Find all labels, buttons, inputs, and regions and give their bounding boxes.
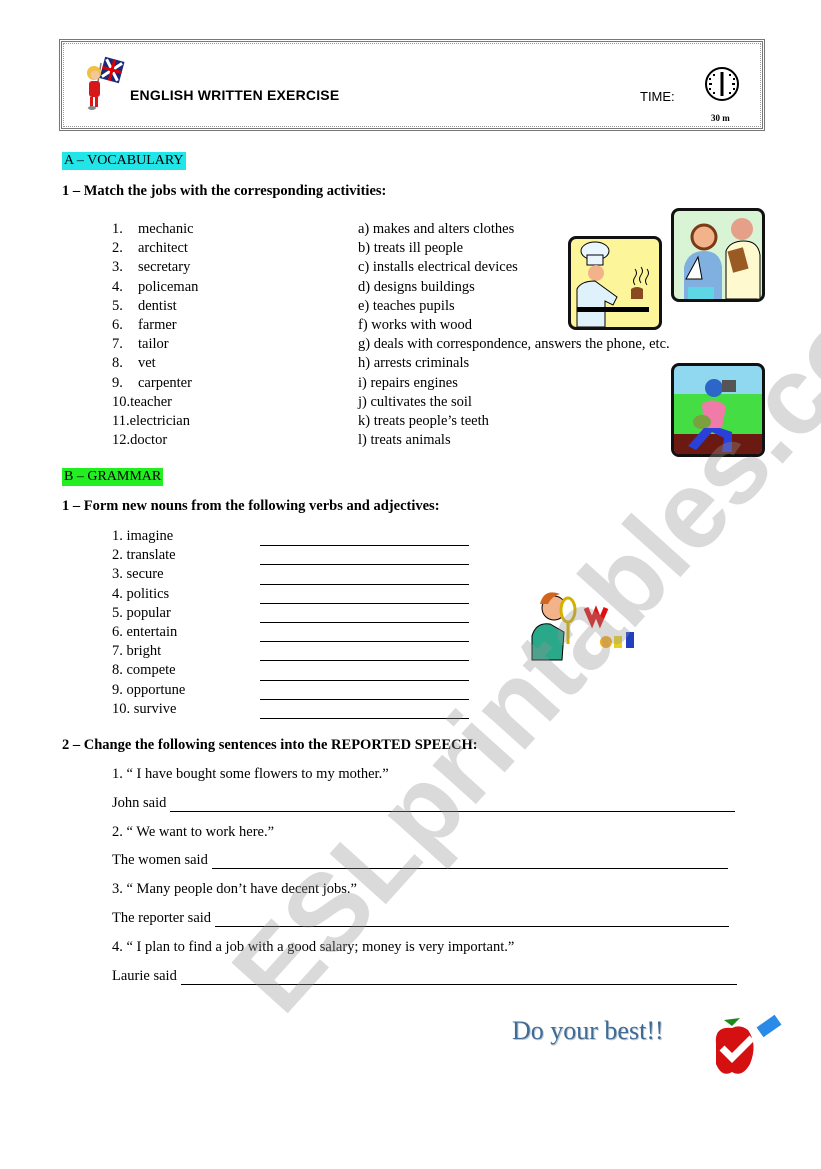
reported-speech-row: The reporter said [112, 910, 730, 927]
answer-line[interactable] [260, 527, 469, 547]
list-item: 4. policeman [112, 278, 199, 295]
list-item: 1. mechanic [112, 221, 194, 237]
answer-line[interactable] [260, 623, 469, 643]
section-b-question-1: 1 – Form new nouns from the following ve… [62, 498, 440, 514]
section-a-heading: A – VOCABULARY [62, 152, 186, 170]
chef-picture [568, 236, 662, 330]
answer-line[interactable] [180, 970, 737, 985]
list-item: 3. secretary [112, 259, 191, 276]
list-item: k) treats people’s teeth [358, 413, 489, 430]
list-item: 8. compete [112, 662, 176, 679]
worksheet-title: ENGLISH WRITTEN EXERCISE [130, 87, 340, 103]
sentence-quote: 4. “ I plan to find a job with a good sa… [112, 939, 515, 955]
answer-line[interactable] [260, 681, 469, 700]
list-item: 6. farmer [112, 317, 177, 334]
sentence-quote: 2. “ We want to work here.” [112, 824, 275, 840]
apple-checkmark-icon [715, 1014, 782, 1074]
section-b-heading: B – GRAMMAR [62, 468, 164, 486]
list-item: 2. architect [112, 240, 188, 257]
doctor-patient-picture [671, 208, 765, 302]
list-item: 7. tailor [112, 336, 169, 353]
list-item: 12.doctor [112, 432, 168, 449]
section-a-question: 1 – Match the jobs with the correspondin… [62, 183, 387, 199]
section-b-question-2: 2 – Change the following sentences into … [62, 737, 478, 753]
answer-lines [260, 527, 469, 719]
word-detective-icon [531, 592, 634, 661]
answer-line[interactable] [260, 546, 469, 566]
sentence-quote: 1. “ I have bought some flowers to my mo… [112, 766, 389, 782]
photographer-picture [671, 363, 765, 457]
list-item: i) repairs engines [358, 374, 458, 391]
doctor-patient-icon [684, 218, 761, 299]
list-item: 10.teacher [112, 393, 172, 410]
list-item: l) treats animals [358, 432, 451, 449]
sentence-quote: 3. “ Many people don’t have decent jobs.… [112, 881, 357, 897]
list-item: g) deals with correspondence, answers th… [358, 336, 670, 353]
list-item: 8. vet [112, 355, 156, 372]
list-item: 10. survive [112, 700, 177, 717]
list-item: h) arrests criminals [358, 355, 470, 372]
header-frame [59, 39, 765, 131]
time-label: TIME: [640, 89, 675, 104]
list-item: 7. bright [112, 643, 162, 660]
answer-line[interactable] [211, 854, 728, 869]
list-item: 4. politics [112, 585, 170, 602]
list-item: 9. opportune [112, 681, 186, 698]
list-item: 3. secure [112, 566, 164, 583]
list-item: 2. translate [112, 547, 176, 564]
list-item: j) cultivates the soil [358, 393, 472, 410]
clock-icon [705, 67, 739, 101]
words-list: 1. imagine 2. translate 3. secure 4. pol… [112, 527, 185, 719]
photographer-icon [674, 379, 762, 454]
motto: Do your best!! [512, 1016, 664, 1045]
reported-speech-prompt: Laurie said [112, 968, 177, 984]
chef-icon [576, 241, 649, 327]
list-item: 11.electrician [112, 413, 190, 430]
answer-line[interactable] [170, 797, 736, 812]
answer-line[interactable] [260, 565, 469, 585]
answer-line[interactable] [260, 585, 469, 604]
answer-line[interactable] [260, 642, 469, 662]
reported-speech-prompt: John said [112, 795, 167, 811]
list-item: 1. imagine [112, 528, 174, 544]
answer-line[interactable] [260, 661, 469, 681]
list-item: 5. popular [112, 604, 171, 621]
reported-speech-prompt: The reporter said [112, 910, 212, 926]
reported-speech-row: The women said [112, 852, 728, 869]
reported-speech-prompt: The women said [112, 852, 208, 868]
time-value: 30 m [711, 113, 730, 123]
jobs-list: 1. mechanic 2. architect 3. secretary 4. pol… [112, 220, 198, 450]
boy-with-uk-flag-icon [87, 56, 125, 110]
reported-speech-row: John said [112, 795, 736, 812]
list-item: 5. dentist [112, 297, 177, 314]
list-item: 6. entertain [112, 624, 178, 641]
reported-speech-row: Laurie said [112, 968, 737, 985]
answer-line[interactable] [260, 604, 469, 623]
list-item: 9. carpenter [112, 374, 192, 391]
answer-line[interactable] [260, 700, 469, 719]
answer-line[interactable] [215, 912, 730, 927]
